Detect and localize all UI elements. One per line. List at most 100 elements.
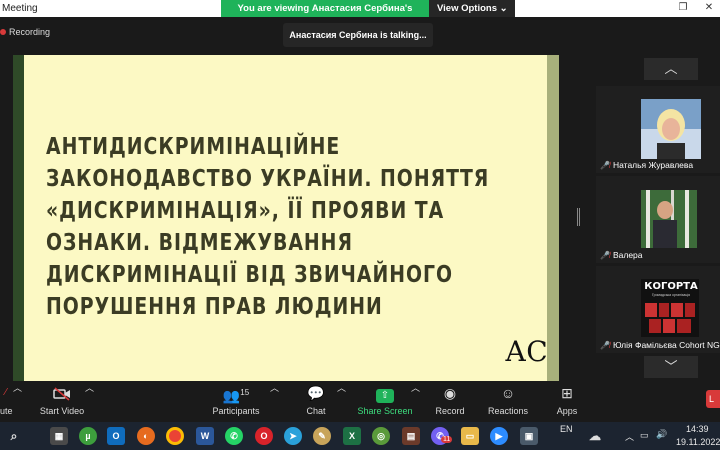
chat-button[interactable]: 💬 Chat	[300, 381, 332, 422]
scroll-down-button[interactable]: ﹀	[644, 356, 698, 378]
slide-title-line: ЗАКОНОДАВСТВО УКРАЇНИ. ПОНЯТТЯ	[46, 166, 490, 192]
onedrive-cloud-icon[interactable]: ☁	[586, 427, 604, 445]
zoom-icon[interactable]: ▶	[490, 427, 508, 445]
calculator-icon[interactable]: ▦	[50, 427, 68, 445]
participant-tile[interactable]: КОГОРТА Громадська організація 🎤̸ Юлія Ф…	[596, 266, 720, 353]
participant-tile[interactable]: 🎤̸ Наталья Журавлева	[596, 86, 720, 173]
paint-icon[interactable]: ✎	[313, 427, 331, 445]
chat-label: Chat	[306, 406, 326, 416]
viewing-banner: You are viewing Анастасия Сербина's scre…	[221, 0, 515, 31]
input-language[interactable]: EN	[560, 424, 573, 434]
record-icon: ◉	[443, 385, 457, 401]
excel-icon[interactable]: X	[343, 427, 361, 445]
firefox-icon[interactable]: ◐	[137, 427, 155, 445]
utorrent-icon[interactable]: µ	[79, 427, 97, 445]
record-label: Record	[435, 406, 465, 416]
mute-label: ute	[0, 406, 13, 416]
viber-badge: 11	[441, 436, 453, 443]
viewing-text: You are viewing Анастасия Сербина's scre…	[221, 0, 429, 31]
window-title: Meeting	[2, 3, 38, 14]
telegram-icon[interactable]: ➤	[284, 427, 302, 445]
chevron-down-icon: ﹀	[664, 359, 678, 374]
muted-mic-icon: 🎤̸	[600, 250, 610, 260]
participants-label: Participants	[212, 406, 260, 416]
greenshot-icon[interactable]: ◎	[372, 427, 390, 445]
file-explorer-icon[interactable]: ▭	[461, 427, 479, 445]
participant-photo	[641, 190, 697, 248]
participant-photo	[641, 99, 701, 159]
muted-mic-icon: 🎤̸	[600, 160, 610, 170]
panel-resize-handle[interactable]	[577, 208, 580, 226]
recording-label: Recording	[9, 27, 51, 37]
scroll-up-button[interactable]: ︿	[644, 58, 698, 80]
word-icon[interactable]: W	[196, 427, 214, 445]
audio-options-caret[interactable]: ︿	[13, 381, 22, 422]
outlook-icon[interactable]: O	[107, 427, 125, 445]
library-icon[interactable]: ▤	[402, 427, 420, 445]
participant-name-text: Валера	[612, 250, 643, 260]
recording-indicator: Recording	[0, 26, 50, 38]
participant-name: 🎤̸ Валера	[600, 250, 643, 260]
mute-button[interactable]: ⁄ ute	[0, 381, 13, 422]
windows-taskbar: ⌕ ▦ µ O ◐ W ✆ O ➤ ✎ X ◎ ▤ ✆ 11 ▭ ▶ ▣ EN …	[0, 422, 720, 450]
monitor-icon[interactable]: ▭	[640, 430, 649, 441]
shared-screen-slide: АНТИДИСКРИМІНАЦІЙНЕ ЗАКОНОДАВСТВО УКРАЇН…	[13, 55, 547, 381]
zoom-window: Meeting ❐ ✕ You are viewing Анастасия Се…	[0, 0, 720, 450]
apps-button[interactable]: ⊞ Apps	[553, 381, 581, 422]
microphone-icon: ⁄	[5, 387, 7, 398]
participant-tile[interactable]: 🎤̸ Валера	[596, 176, 720, 263]
share-screen-icon: ⇧	[357, 381, 413, 405]
participant-name-text: Юлія Фамільєва Cohort NG	[612, 340, 720, 350]
chrome-icon[interactable]	[166, 427, 184, 445]
chat-options-caret[interactable]: ︿	[337, 381, 346, 422]
whatsapp-icon[interactable]: ✆	[225, 427, 243, 445]
reactions-label: Reactions	[487, 406, 529, 416]
participant-name: 🎤̸ Юлія Фамільєва Cohort NG	[600, 340, 720, 350]
start-video-button[interactable]: Start Video	[38, 381, 86, 422]
slide-title-line: АНТИДИСКРИМІНАЦІЙНЕ	[46, 134, 341, 160]
muted-mic-icon: 🎤̸	[600, 340, 610, 350]
slide-title-line: ПОРУШЕННЯ ПРАВ ЛЮДИНИ	[46, 294, 383, 320]
opera-icon[interactable]: O	[255, 427, 273, 445]
active-speaker-notice: Анастасия Сербина is talking...	[283, 23, 433, 47]
leave-button[interactable]: L	[706, 390, 720, 408]
close-icon[interactable]: ✕	[702, 2, 716, 13]
slide-decorative-band	[13, 55, 24, 381]
share-screen-button[interactable]: ⇧ Share Screen	[357, 381, 413, 422]
video-options-caret[interactable]: ︿	[85, 381, 94, 422]
reactions-icon: ☺	[500, 385, 516, 401]
slide-title-line: ОЗНАКИ. ВІДМЕЖУВАННЯ	[46, 230, 353, 256]
participant-name-text: Наталья Журавлева	[612, 160, 694, 170]
recording-dot-icon	[0, 29, 6, 35]
participants-icon: 👥15	[222, 387, 250, 404]
slide-title: АНТИДИСКРИМІНАЦІЙНЕ ЗАКОНОДАВСТВО УКРАЇН…	[46, 131, 490, 323]
video-off-icon	[38, 381, 86, 405]
share-screen-label: Share Screen	[357, 406, 413, 416]
slide-title-line: «ДИСКРИМІНАЦІЯ», ЇЇ ПРОЯВИ ТА	[46, 198, 445, 224]
participants-count: 15	[240, 388, 250, 397]
clock-date[interactable]: 19.11.2022	[676, 437, 720, 447]
share-options-caret[interactable]: ︿	[411, 381, 420, 422]
slide-logo-text: АС	[505, 335, 547, 368]
record-button[interactable]: ◉ Record	[432, 381, 468, 422]
slide-logo: АС	[505, 335, 547, 375]
clock-time[interactable]: 14:39	[686, 424, 709, 434]
view-options-button[interactable]: View Options ⌄	[429, 0, 515, 17]
restore-icon[interactable]: ❐	[676, 2, 690, 13]
participant-logo-subtext: Громадська організація	[651, 293, 691, 297]
participant-logo-text: КОГОРТА	[644, 281, 698, 292]
start-video-label: Start Video	[39, 406, 85, 416]
slide-right-edge	[547, 55, 559, 381]
network-device-icon[interactable]: ▣	[520, 427, 538, 445]
tray-chevron-up-icon[interactable]: ︿	[625, 430, 634, 443]
participants-options-caret[interactable]: ︿	[270, 381, 279, 422]
participant-name: 🎤̸ Наталья Журавлева	[600, 160, 693, 170]
apps-icon: ⊞	[561, 385, 573, 401]
apps-label: Apps	[556, 406, 578, 416]
participants-button[interactable]: 👥15 Participants	[210, 381, 262, 422]
slide-title-line: ДИСКРИМІНАЦІЇ ВІД ЗВИЧАЙНОГО	[46, 262, 454, 288]
reactions-button[interactable]: ☺ Reactions	[486, 381, 530, 422]
search-icon[interactable]: ⌕	[5, 427, 23, 445]
volume-icon[interactable]: 🔊	[656, 429, 667, 440]
meeting-controls-bar: ⁄ ute ︿ Start Video ︿ 👥15 Participants ︿…	[0, 381, 720, 422]
